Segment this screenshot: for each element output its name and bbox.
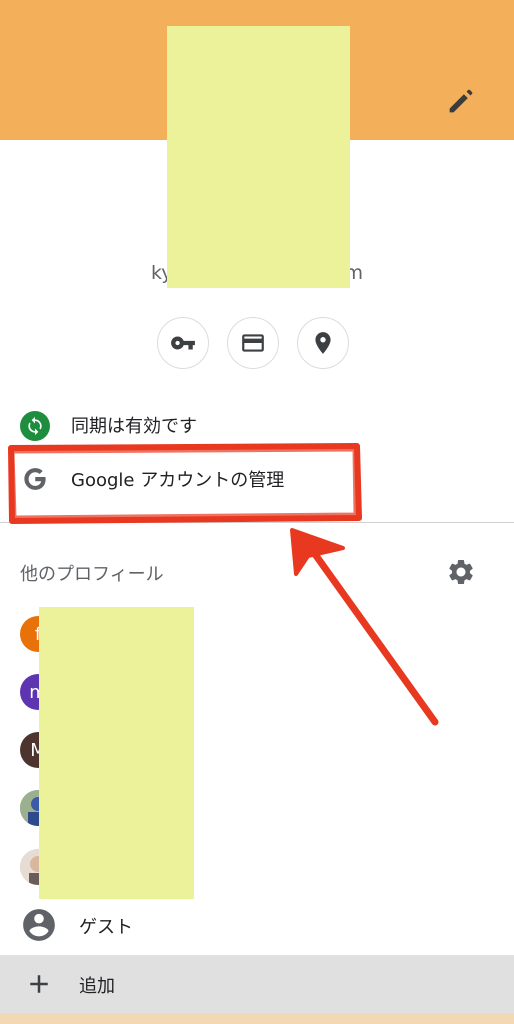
add-profile-row[interactable]: 追加 xyxy=(0,955,514,1013)
section-divider xyxy=(0,522,514,523)
other-profiles-title: 他のプロフィール xyxy=(20,564,164,585)
edit-profile-button[interactable] xyxy=(444,84,478,118)
manage-profiles-gear-icon[interactable] xyxy=(446,557,476,587)
plus-icon xyxy=(30,975,48,993)
redaction-block xyxy=(167,26,350,288)
credit-card-icon xyxy=(242,334,264,352)
add-label: 追加 xyxy=(79,976,115,997)
guest-person-icon xyxy=(23,909,55,941)
manage-google-account-label: Google アカウントの管理 xyxy=(71,470,285,491)
guest-profile-row[interactable]: ゲスト xyxy=(0,898,514,952)
passwords-button[interactable] xyxy=(157,317,209,369)
sync-status-label: 同期は有効です xyxy=(71,416,197,437)
window-bottom-edge xyxy=(0,1013,514,1024)
redaction-block xyxy=(39,607,194,899)
payment-methods-button[interactable] xyxy=(227,317,279,369)
sync-status-row[interactable]: 同期は有効です xyxy=(0,402,514,448)
addresses-button[interactable] xyxy=(297,317,349,369)
pencil-icon xyxy=(449,89,473,113)
sync-icon xyxy=(20,411,50,441)
google-g-icon xyxy=(24,468,46,490)
location-pin-icon xyxy=(315,332,331,354)
guest-label: ゲスト xyxy=(79,917,133,938)
key-icon xyxy=(171,336,195,350)
manage-google-account-row[interactable]: Google アカウントの管理 xyxy=(0,456,514,502)
